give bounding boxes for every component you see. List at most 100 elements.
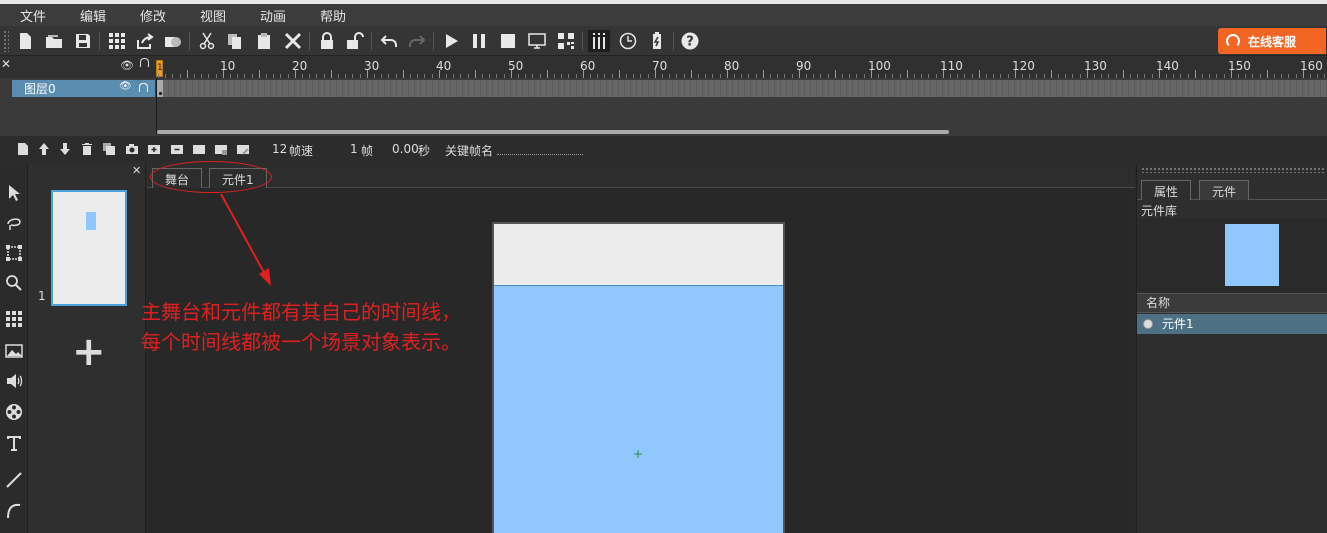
layer-lock-icon[interactable] [139,83,148,92]
curve-tool-icon[interactable] [3,499,25,521]
main-toolbar: ? 在线客服 [0,26,1327,56]
ruler-mark [1007,74,1009,78]
timeline-ruler[interactable]: ✕ 👁 1 10 20 30 40 50 60 70 80 90 100 110… [0,56,1327,78]
play-icon[interactable] [440,30,462,52]
eye-icon[interactable]: 👁 [120,59,134,72]
menu-edit[interactable]: 编辑 [80,6,106,25]
timeline-scrollbar[interactable] [157,130,949,134]
menu-help[interactable]: 帮助 [320,6,346,25]
scene-thumbnail[interactable] [51,190,127,306]
stage-canvas[interactable]: + [492,222,785,533]
scene-panel: ✕ 1 + [28,164,146,533]
ruler-mark [280,74,282,78]
camera-icon[interactable] [125,142,139,156]
bars-icon[interactable] [588,30,610,52]
tools-panel [0,164,28,533]
library-item[interactable]: 元件1 [1137,314,1327,334]
undo-icon[interactable] [378,30,400,52]
panel-grip[interactable] [1141,167,1324,173]
arrow-down-icon[interactable] [58,142,72,156]
layer-eye-icon[interactable]: 👁 [119,81,132,92]
qrcode-icon[interactable] [555,30,577,52]
battery-icon[interactable] [646,30,668,52]
ruler-mark [503,74,505,78]
transform-icon[interactable] [3,242,25,264]
menu-animation[interactable]: 动画 [260,6,286,25]
new-layer-icon[interactable] [16,142,30,156]
stop-icon[interactable] [497,30,519,52]
help-icon[interactable]: ? [679,30,701,52]
frame-value: 1 [350,142,358,156]
text-tool-icon[interactable] [3,432,25,454]
ruler-mark [1115,74,1117,78]
shapes-icon[interactable] [162,30,184,52]
frame-icon[interactable] [192,142,206,156]
open-folder-icon[interactable] [43,30,65,52]
ruler-mark [417,74,419,78]
library-name-header[interactable]: 名称 [1137,293,1327,313]
ruler-mark [935,74,937,78]
symbol-grid-icon[interactable] [3,308,25,330]
ruler-mark [921,74,923,78]
share-icon[interactable] [134,30,156,52]
fps-value[interactable]: 12 [272,142,287,156]
frame-edit-icon[interactable] [236,142,250,156]
ruler-mark [683,74,685,78]
close-icon[interactable]: ✕ [1,57,11,71]
save-icon[interactable] [72,30,94,52]
frame-copy-icon[interactable] [214,142,228,156]
ruler-mark [518,74,519,78]
ruler-mark [561,74,563,78]
lock-icon[interactable] [316,30,338,52]
new-file-icon[interactable] [14,30,36,52]
lasso-icon[interactable] [3,212,25,234]
delete-icon[interactable] [282,30,304,52]
menu-view[interactable]: 视图 [200,6,226,25]
remove-frame-icon[interactable] [170,142,184,156]
ruler-mark [1151,74,1153,78]
clock-icon[interactable] [617,30,639,52]
frames-strip[interactable] [157,80,1327,97]
ruler-mark [626,74,627,78]
ruler-mark [633,74,635,78]
paste-icon[interactable] [253,30,275,52]
add-frame-icon[interactable] [147,142,161,156]
ruler-mark [813,74,815,78]
stage-area: 舞台 元件1 主舞台和元件都有其自己的时间线， 每个时间线都被一个场景对象表示。… [141,161,1135,533]
ruler-mark [791,74,793,78]
redo-icon[interactable] [406,30,428,52]
trash-icon[interactable] [80,142,94,156]
toolbar-grip[interactable] [3,30,9,52]
lock-column-icon[interactable] [140,58,149,67]
monitor-icon[interactable] [526,30,548,52]
duplicate-icon[interactable] [102,142,116,156]
copy-icon[interactable] [224,30,246,52]
grid-icon[interactable] [106,30,128,52]
line-tool-icon[interactable] [3,469,25,491]
add-scene-button[interactable]: + [72,332,106,372]
ruler-mark [338,74,339,78]
online-service-button[interactable]: 在线客服 [1218,28,1326,54]
sound-icon[interactable] [3,370,25,392]
cut-icon[interactable] [196,30,218,52]
keyframe-name-input[interactable] [497,154,583,155]
ruler-mark [1086,70,1088,78]
keyframe-dot [159,92,162,95]
ruler-mark [942,70,944,78]
ruler-mark [698,74,699,78]
select-arrow-icon[interactable] [3,182,25,204]
zoom-icon[interactable] [3,272,25,294]
scene-panel-close-icon[interactable]: ✕ [132,164,141,177]
layer-row[interactable]: 图层0 👁 [12,80,155,97]
tab-symbols[interactable]: 元件 [1199,180,1250,200]
ruler-mark [597,74,599,78]
symbol-instance[interactable]: + [494,285,783,533]
tab-properties[interactable]: 属性 [1141,180,1192,200]
image-icon[interactable] [3,340,25,362]
unlock-icon[interactable] [344,30,366,52]
pause-icon[interactable] [468,30,490,52]
arrow-up-icon[interactable] [37,142,51,156]
film-reel-icon[interactable] [3,401,25,423]
menu-file[interactable]: 文件 [20,6,46,25]
menu-modify[interactable]: 修改 [140,6,166,25]
